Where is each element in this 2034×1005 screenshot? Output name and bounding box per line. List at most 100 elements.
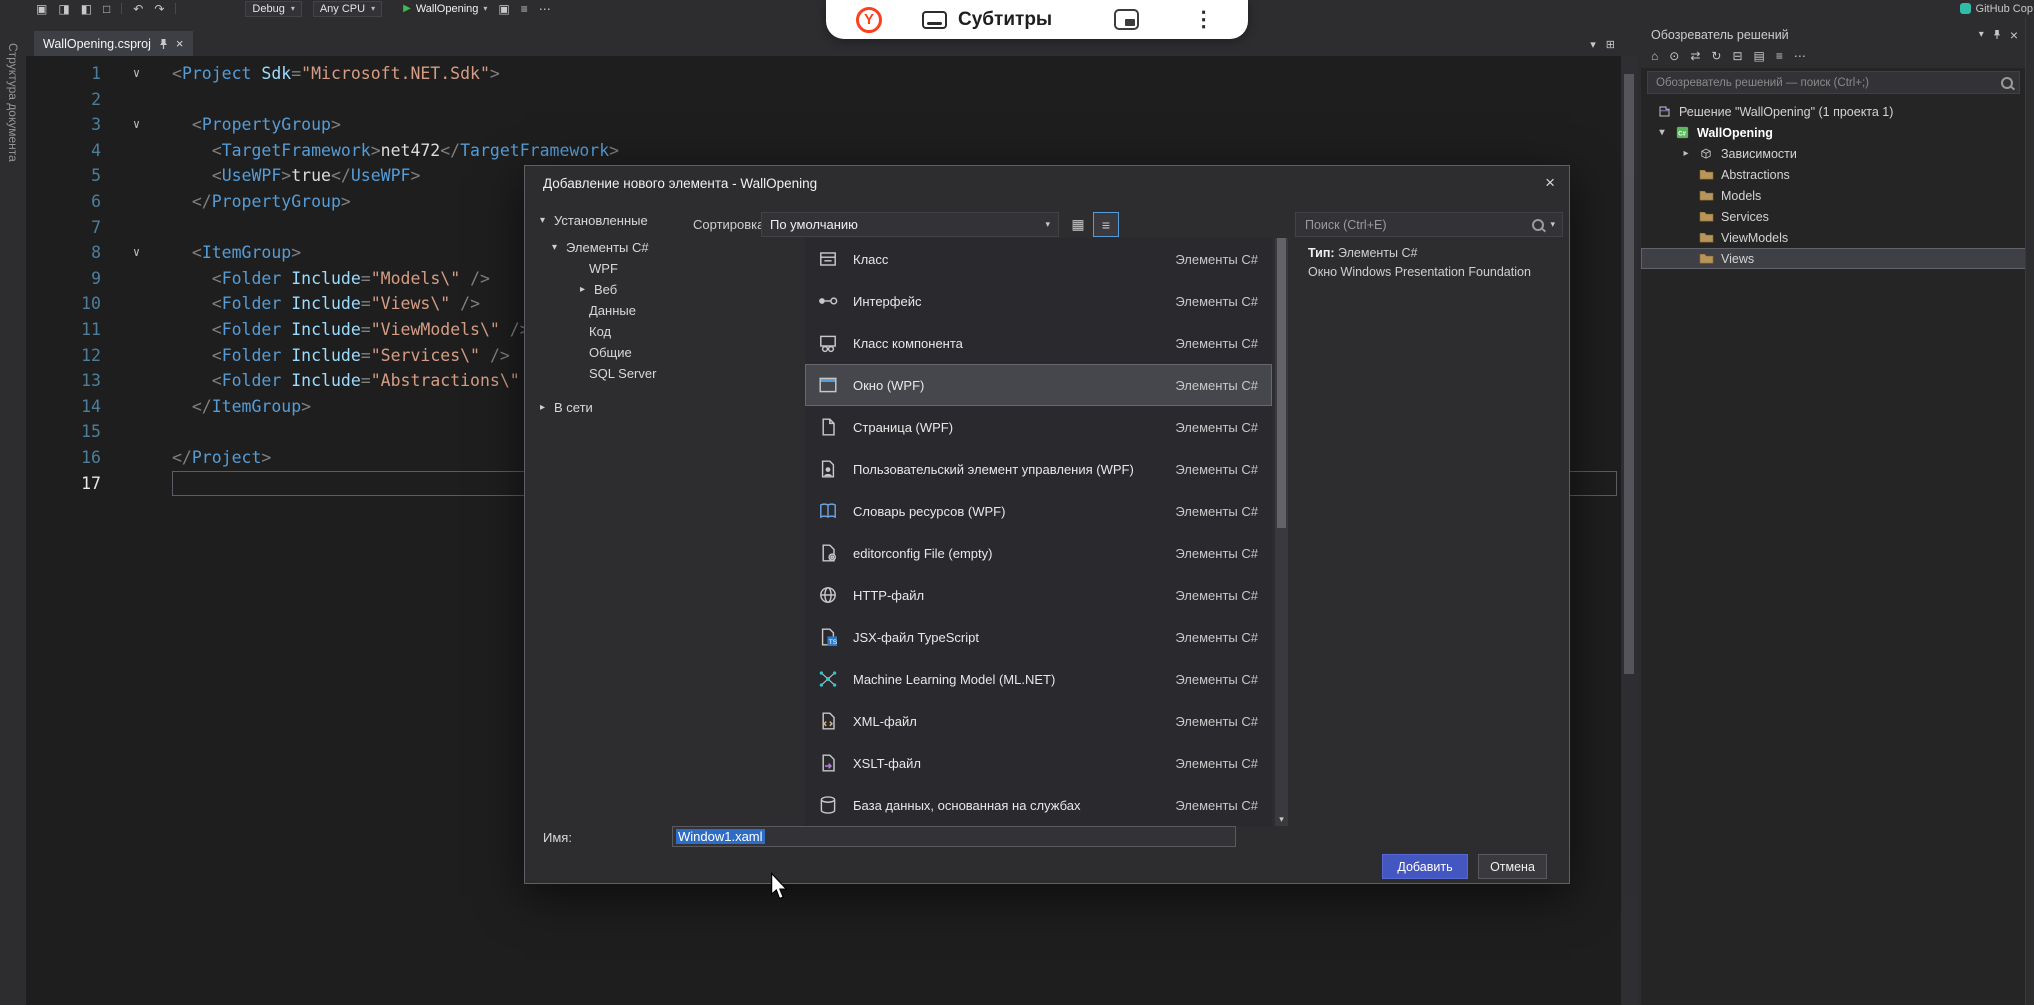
chevron-down-icon: ▾ [483, 4, 488, 13]
chevron-expanded-icon[interactable]: ▾ [537, 215, 548, 226]
template-item-service-database[interactable]: База данных, основанная на службах Элеме… [805, 784, 1272, 826]
template-item-xml-file[interactable]: XML-файл Элементы C# [805, 700, 1272, 742]
fold-chevron-icon[interactable]: ∨ [101, 61, 172, 87]
more-tools-icon[interactable]: ⋯ [539, 3, 551, 15]
tree-item-folder-models[interactable]: Models [1641, 185, 2026, 206]
cancel-button[interactable]: Отмена [1478, 854, 1547, 879]
scrollbar-thumb[interactable] [1277, 238, 1286, 528]
fold-chevron-icon[interactable]: ∨ [101, 240, 172, 266]
chevron-collapsed-icon[interactable]: ▸ [1681, 148, 1691, 159]
tree-item-sql-server[interactable]: SQL Server [537, 363, 792, 384]
github-copilot-badge[interactable]: GitHub Cop [1959, 0, 2034, 17]
chevron-down-icon[interactable]: ▾ [1979, 29, 1984, 40]
start-debug-button[interactable]: ▶ WallOpening ▾ [403, 3, 487, 15]
subtitles-button[interactable]: Субтитры [922, 9, 1052, 31]
close-icon[interactable]: × [1545, 173, 1555, 193]
template-item-wpf-page[interactable]: Страница (WPF) Элементы C# [805, 406, 1272, 448]
filter-icon[interactable]: ⊙ [1669, 49, 1679, 63]
template-item-xslt-file[interactable]: XSLT-файл Элементы C# [805, 742, 1272, 784]
tree-item-general[interactable]: Общие [537, 342, 792, 363]
show-all-files-icon[interactable]: ▤ [1754, 49, 1765, 63]
save-all-icon[interactable]: □ [103, 3, 110, 15]
close-icon[interactable]: × [176, 36, 184, 51]
editor-scrollbar[interactable] [1621, 56, 1637, 1005]
home-icon[interactable]: ⌂ [1651, 49, 1658, 63]
template-item-label: Machine Learning Model (ML.NET) [853, 671, 1056, 687]
collapse-all-icon[interactable]: ⊟ [1732, 49, 1742, 63]
refresh-icon[interactable]: ↻ [1711, 49, 1721, 63]
chevron-collapsed-icon[interactable]: ▸ [537, 402, 548, 413]
tree-item-code[interactable]: Код [537, 321, 792, 342]
solution-search-input[interactable] [1654, 75, 1996, 90]
add-button[interactable]: Добавить [1382, 854, 1468, 879]
yandex-logo-icon[interactable]: Y [856, 6, 882, 33]
template-search-input[interactable] [1303, 216, 1527, 233]
wpf-window-icon [815, 372, 841, 398]
redo-icon[interactable]: ↷ [154, 3, 164, 15]
pin-icon[interactable] [1993, 29, 2001, 40]
template-item-editorconfig[interactable]: editorconfig File (empty) Элементы C# [805, 532, 1272, 574]
template-item-jsx-typescript[interactable]: TS JSX-файл TypeScript Элементы C# [805, 616, 1272, 658]
fold-gutter [101, 87, 172, 113]
item-name-input[interactable]: Window1.xaml [672, 826, 1236, 847]
collapsed-tool-window-tab[interactable]: Структура документа [6, 17, 20, 162]
tree-item-solution[interactable]: Решение "WallOpening" (1 проекта 1) [1641, 101, 2026, 122]
tree-item-web[interactable]: ▸ Веб [537, 279, 792, 300]
pin-icon[interactable] [159, 38, 168, 50]
debug-configuration-dropdown[interactable]: Debug ▾ [245, 0, 302, 17]
save-icon[interactable]: ◧ [81, 3, 92, 15]
sort-dropdown[interactable]: По умолчанию ▾ [761, 212, 1059, 237]
search-icon[interactable] [2001, 76, 2013, 89]
template-list-scrollbar[interactable]: ▾ [1275, 238, 1288, 826]
template-item-http-file[interactable]: HTTP-файл Элементы C# [805, 574, 1272, 616]
tree-item-folder-abstractions[interactable]: Abstractions [1641, 164, 2026, 185]
hot-reload-icon[interactable]: ▣ [498, 3, 509, 15]
chevron-down-icon[interactable]: ▾ [1550, 219, 1555, 230]
new-project-icon[interactable]: ▣ [36, 3, 47, 15]
sync-active-document-icon[interactable]: ⇄ [1690, 49, 1700, 63]
search-icon[interactable] [1532, 218, 1545, 231]
more-options-icon[interactable]: ⋮ [1193, 7, 1214, 32]
tree-item-folder-viewmodels[interactable]: ViewModels [1641, 227, 2026, 248]
chevron-expanded-icon[interactable]: ▾ [1657, 127, 1667, 138]
close-icon[interactable]: × [2010, 27, 2018, 43]
platform-dropdown[interactable]: Any CPU ▾ [312, 0, 383, 17]
scrollbar-thumb[interactable] [1624, 74, 1634, 674]
scroll-down-icon[interactable]: ▾ [1275, 814, 1288, 825]
tree-item-csharp-items[interactable]: ▾ Элементы C# [537, 237, 792, 258]
template-item-user-control[interactable]: Пользовательский элемент управления (WPF… [805, 448, 1272, 490]
tree-item-label: Данные [589, 303, 636, 318]
template-item-class[interactable]: Класс Элементы C# [805, 238, 1272, 280]
chevron-down-icon[interactable]: ▾ [1590, 38, 1596, 51]
code-line[interactable]: 1 ∨ <Project Sdk="Microsoft.NET.Sdk"> [26, 61, 1621, 87]
chevron-expanded-icon[interactable]: ▾ [549, 242, 560, 253]
template-item-component-class[interactable]: Класс компонента Элементы C# [805, 322, 1272, 364]
tree-item-folder-services[interactable]: Services [1641, 206, 2026, 227]
medium-icons-view-button[interactable]: ▦ [1065, 212, 1091, 237]
list-view-button[interactable]: ≡ [1093, 212, 1119, 237]
more-options-icon[interactable]: ⋯ [1794, 49, 1806, 63]
pause-icon[interactable]: ≡ [521, 3, 528, 15]
picture-in-picture-icon[interactable] [1114, 9, 1140, 30]
tab-wallopening-csproj[interactable]: WallOpening.csproj × [34, 31, 193, 56]
tree-item-wpf[interactable]: WPF [537, 258, 792, 279]
tree-item-folder-views[interactable]: Views [1641, 248, 2026, 269]
tree-item-dependencies[interactable]: ▸ Зависимости [1641, 143, 2026, 164]
template-item-ml-model[interactable]: Machine Learning Model (ML.NET) Элементы… [805, 658, 1272, 700]
chevron-collapsed-icon[interactable]: ▸ [577, 284, 588, 295]
fold-chevron-icon[interactable]: ∨ [101, 112, 172, 138]
template-item-wpf-window[interactable]: Окно (WPF) Элементы C# [805, 364, 1272, 406]
view-code-icon[interactable]: ≡ [1776, 49, 1783, 63]
code-line[interactable]: 2 [26, 87, 1621, 113]
split-window-icon[interactable]: ⊞ [1606, 38, 1615, 51]
tree-item-project-wallopening[interactable]: ▾ C# WallOpening [1641, 122, 2026, 143]
template-item-resource-dictionary[interactable]: Словарь ресурсов (WPF) Элементы C# [805, 490, 1272, 532]
undo-icon[interactable]: ↶ [133, 3, 143, 15]
open-file-icon[interactable]: ◨ [58, 3, 69, 15]
template-item-interface[interactable]: Интерфейс Элементы C# [805, 280, 1272, 322]
tree-item-online[interactable]: ▸ В сети [537, 397, 792, 418]
code-line[interactable]: 4 <TargetFramework>net472</TargetFramewo… [26, 138, 1621, 164]
code-line[interactable]: 3 ∨ <PropertyGroup> [26, 112, 1621, 138]
dialog-title-bar[interactable]: Добавление нового элемента - WallOpening… [525, 166, 1569, 200]
tree-item-data[interactable]: Данные [537, 300, 792, 321]
